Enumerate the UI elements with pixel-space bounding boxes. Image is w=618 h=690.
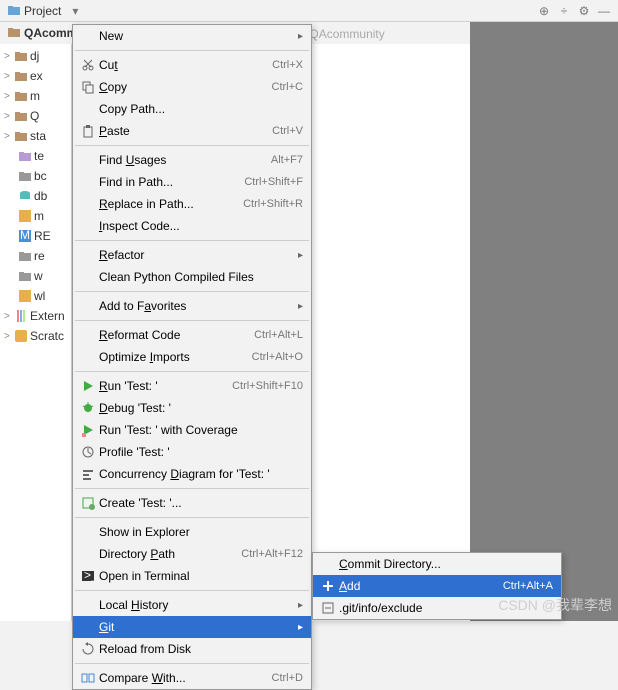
menu-item[interactable]: Compare With...Ctrl+D: [73, 667, 311, 689]
context-menu[interactable]: New▸ CutCtrl+XCopyCtrl+CCopy Path...Paste…: [72, 24, 312, 690]
menu-item[interactable]: Find UsagesAlt+F7: [73, 149, 311, 171]
tree-item[interactable]: m: [0, 206, 71, 226]
menu-item[interactable]: Find in Path...Ctrl+Shift+F: [73, 171, 311, 193]
menu-item[interactable]: Refactor▸: [73, 244, 311, 266]
menu-item[interactable]: New▸: [73, 25, 311, 47]
tree-item[interactable]: >sta: [0, 126, 71, 146]
svg-text:MD: MD: [20, 230, 31, 242]
tree-lib[interactable]: >Scratc: [0, 326, 71, 346]
right-gutter: [470, 22, 618, 621]
menu-item[interactable]: Replace in Path...Ctrl+Shift+R: [73, 193, 311, 215]
menu-item[interactable]: Profile 'Test: ': [73, 441, 311, 463]
menu-item[interactable]: Directory PathCtrl+Alt+F12: [73, 543, 311, 565]
tree-item[interactable]: te: [0, 146, 71, 166]
menu-item[interactable]: Run 'Test: ' with Coverage: [73, 419, 311, 441]
menu-item[interactable]: Add to Favorites▸: [73, 295, 311, 317]
menu-item[interactable]: Optimize ImportsCtrl+Alt+O: [73, 346, 311, 368]
menu-item[interactable]: CopyCtrl+C: [73, 76, 311, 98]
svg-text:>_: >_: [84, 569, 95, 582]
collapse-icon[interactable]: ⊕: [536, 3, 552, 19]
tree-item[interactable]: >ex: [0, 66, 71, 86]
tree-item[interactable]: wl: [0, 286, 71, 306]
menu-item[interactable]: Git▸: [73, 616, 311, 638]
menu-item[interactable]: Reformat CodeCtrl+Alt+L: [73, 324, 311, 346]
menu-item[interactable]: Create 'Test: '...: [73, 492, 311, 514]
submenu-item[interactable]: Commit Directory...: [313, 553, 561, 575]
menu-item[interactable]: Inspect Code...: [73, 215, 311, 237]
tree-item[interactable]: MDRE: [0, 226, 71, 246]
project-icon: [6, 3, 22, 19]
menu-item[interactable]: Concurrency Diagram for 'Test: ': [73, 463, 311, 485]
toolbar-title: Project: [24, 4, 61, 18]
menu-item[interactable]: CutCtrl+X: [73, 54, 311, 76]
folder-icon: [6, 25, 22, 41]
watermark: CSDN @我辈李想: [498, 595, 612, 615]
tree-item[interactable]: bc: [0, 166, 71, 186]
tree-lib[interactable]: >Extern: [0, 306, 71, 326]
menu-item[interactable]: Show in Explorer: [73, 521, 311, 543]
divide-icon[interactable]: ÷: [556, 3, 572, 19]
tree-item[interactable]: w: [0, 266, 71, 286]
toolbar: Project ▾ ⊕ ÷ ⚙ —: [0, 0, 618, 22]
menu-item[interactable]: Local History▸: [73, 594, 311, 616]
gear-icon[interactable]: ⚙: [576, 3, 592, 19]
tree-item[interactable]: >m: [0, 86, 71, 106]
tree-item[interactable]: db: [0, 186, 71, 206]
dropdown-icon[interactable]: ▾: [67, 3, 83, 19]
menu-item[interactable]: Reload from Disk: [73, 638, 311, 660]
menu-item[interactable]: Debug 'Test: ': [73, 397, 311, 419]
menu-item[interactable]: >_Open in Terminal: [73, 565, 311, 587]
project-tree[interactable]: >dj>ex>m>Q>statebcdbmMDRErewwl>Extern>Sc…: [0, 44, 72, 621]
menu-item[interactable]: PasteCtrl+V: [73, 120, 311, 142]
menu-item[interactable]: Run 'Test: 'Ctrl+Shift+F10: [73, 375, 311, 397]
hide-icon[interactable]: —: [596, 3, 612, 19]
menu-item[interactable]: Clean Python Compiled Files: [73, 266, 311, 288]
menu-item[interactable]: Copy Path...: [73, 98, 311, 120]
submenu-item[interactable]: AddCtrl+Alt+A: [313, 575, 561, 597]
tree-item[interactable]: >dj: [0, 46, 71, 66]
tree-item[interactable]: >Q: [0, 106, 71, 126]
tree-item[interactable]: re: [0, 246, 71, 266]
